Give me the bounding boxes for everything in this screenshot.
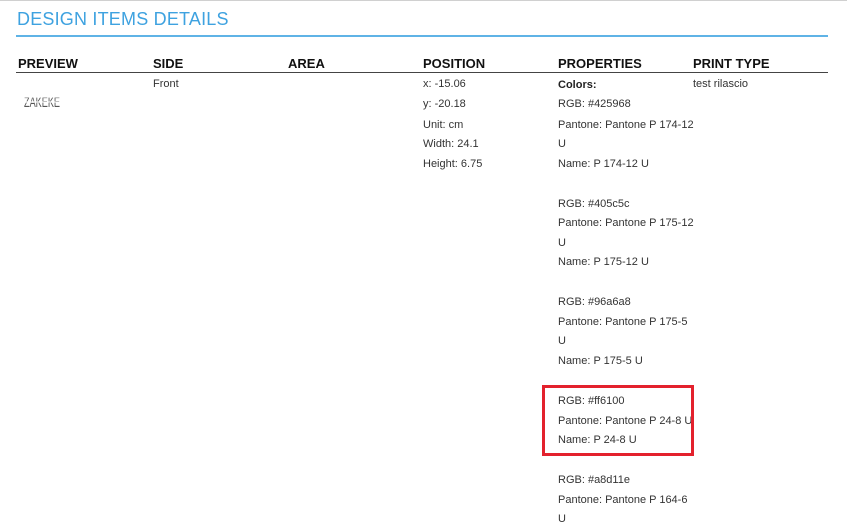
- color-2-pantone-cont: U: [558, 237, 566, 249]
- position-x: x: -15.06: [423, 78, 466, 90]
- color-1-pantone-cont: U: [558, 138, 566, 150]
- header-preview: PREVIEW: [18, 56, 78, 71]
- color-5-pantone-cont: U: [558, 513, 566, 525]
- color-3-pantone: Pantone: Pantone P 175-5: [558, 316, 688, 328]
- color-1-pantone: Pantone: Pantone P 174-12: [558, 119, 694, 131]
- header-properties: PROPERTIES: [558, 56, 642, 71]
- position-unit: Unit: cm: [423, 119, 464, 131]
- color-1-rgb: RGB: #425968: [558, 98, 631, 110]
- position-height: Height: 6.75: [423, 158, 483, 170]
- header-print-type: PRINT TYPE: [693, 56, 770, 71]
- position-width: Width: 24.1: [423, 138, 479, 150]
- colors-label: Colors:: [558, 79, 597, 91]
- color-2-rgb: RGB: #405c5c: [558, 198, 630, 210]
- color-2-name: Name: P 175-12 U: [558, 256, 649, 268]
- header-area: AREA: [288, 56, 325, 71]
- color-2-pantone: Pantone: Pantone P 175-12: [558, 217, 694, 229]
- color-3-rgb: RGB: #96a6a8: [558, 296, 631, 308]
- color-3-pantone-cont: U: [558, 335, 566, 347]
- highlight-box: [542, 385, 694, 456]
- color-5-rgb: RGB: #a8d11e: [558, 474, 630, 486]
- color-5-pantone: Pantone: Pantone P 164-6: [558, 494, 688, 506]
- header-side: SIDE: [153, 56, 184, 71]
- color-3-name: Name: P 175-5 U: [558, 355, 643, 367]
- top-border: [0, 0, 847, 1]
- header-divider: [16, 72, 828, 73]
- side-value: Front: [153, 78, 179, 90]
- header-position: POSITION: [423, 56, 486, 71]
- print-type-value: test rilascio: [693, 78, 749, 90]
- position-y: y: -20.18: [423, 98, 466, 110]
- color-1-name: Name: P 174-12 U: [558, 158, 649, 170]
- title-underline: [16, 35, 828, 37]
- page-title: DESIGN ITEMS DETAILS: [17, 9, 229, 29]
- preview-thumbnail: ZAKEKE: [24, 94, 60, 110]
